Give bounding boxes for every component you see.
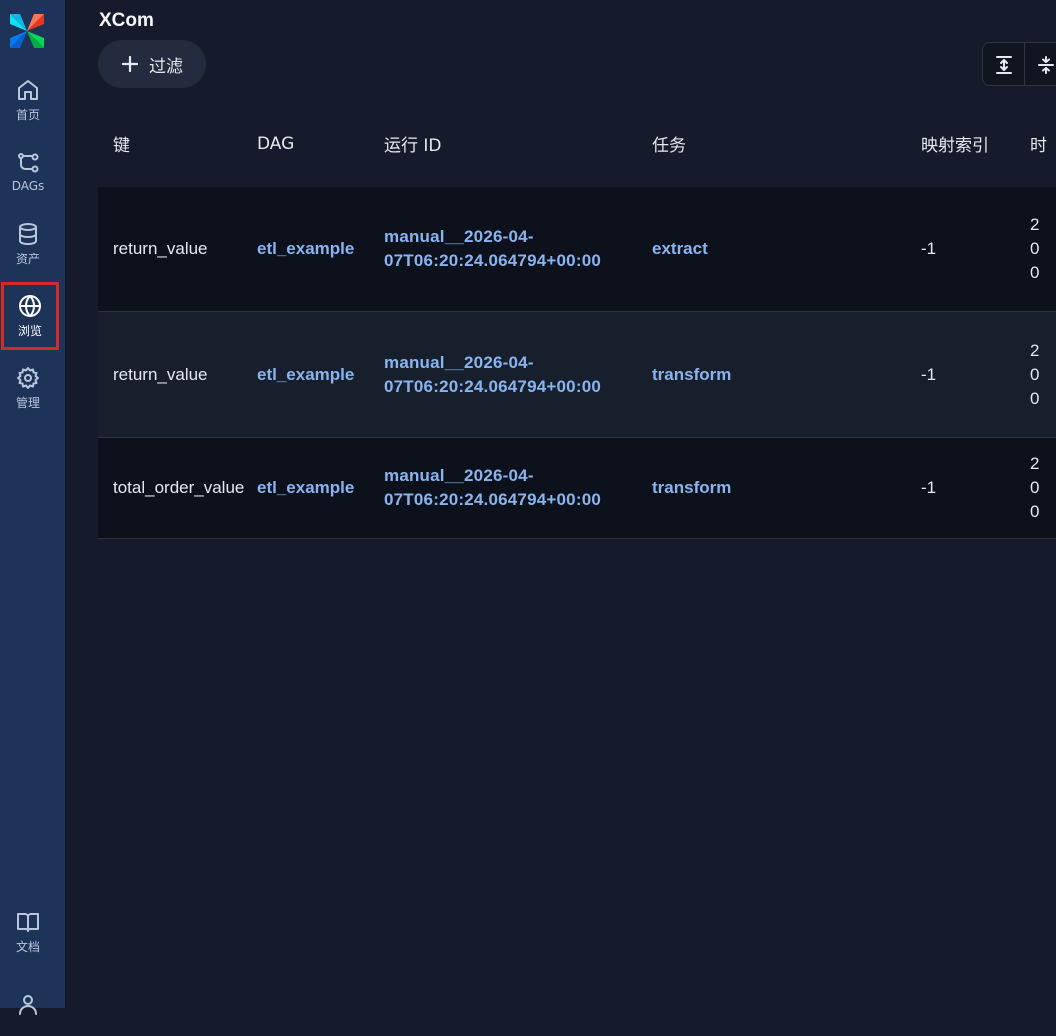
xcom-table: 键 DAG 运行 ID 任务 映射索引 时 return_value etl_e… bbox=[98, 100, 1056, 539]
header-dag[interactable]: DAG bbox=[257, 134, 384, 154]
cell-key: total_order_value bbox=[113, 478, 245, 497]
main-content: XCom 过滤 键 DAG 运行 ID 任务 映射索引 时 return_val… bbox=[65, 0, 1056, 1008]
cell-key: return_value bbox=[113, 239, 208, 258]
sidebar-item-label: 浏览 bbox=[17, 323, 42, 338]
expand-rows-button[interactable] bbox=[983, 43, 1025, 85]
collapse-vertical-icon bbox=[1037, 56, 1054, 74]
cell-task-link[interactable]: transform bbox=[652, 478, 921, 498]
dag-icon bbox=[18, 153, 39, 173]
user-icon bbox=[19, 995, 37, 1015]
expand-vertical-icon bbox=[995, 56, 1012, 74]
table-header: 键 DAG 运行 ID 任务 映射索引 时 bbox=[98, 100, 1056, 187]
header-map-index[interactable]: 映射索引 bbox=[921, 131, 1030, 156]
cell-key: return_value bbox=[113, 364, 208, 384]
cell-dag-link[interactable]: etl_example bbox=[257, 365, 384, 385]
home-icon bbox=[18, 79, 38, 100]
page-title: XCom bbox=[99, 10, 154, 31]
run-id-line-2: 07T06:20:24.064794+00:00 bbox=[384, 376, 602, 396]
cell-run-id-link[interactable]: manual__2026-04- 07T06:20:24.064794+00:0… bbox=[384, 225, 652, 273]
cell-timestamp: 200 bbox=[1030, 340, 1040, 408]
sidebar-item-label: 管理 bbox=[15, 395, 40, 410]
row-density-toggle bbox=[982, 42, 1056, 86]
run-id-line-1: manual__2026-04- bbox=[384, 227, 534, 246]
sidebar: 首页 DAGs 资产 浏览 管理 文档 bbox=[0, 0, 65, 1015]
run-id-line-2: 07T06:20:24.064794+00:00 bbox=[384, 490, 602, 509]
cell-timestamp: 200 bbox=[1030, 215, 1040, 282]
sidebar-item-label: DAGs bbox=[11, 179, 45, 193]
sidebar-item-dags[interactable]: DAGs bbox=[0, 140, 56, 204]
sidebar-item-assets[interactable]: 资产 bbox=[0, 212, 56, 276]
cell-run-id-link[interactable]: manual__2026-04- 07T06:20:24.064794+00:0… bbox=[384, 351, 652, 399]
add-filter-button[interactable]: 过滤 bbox=[98, 40, 206, 88]
table-row: total_order_value etl_example manual__20… bbox=[98, 438, 1056, 539]
plus-icon bbox=[121, 55, 139, 73]
cell-map-index: -1 bbox=[921, 478, 937, 497]
airflow-logo[interactable] bbox=[6, 10, 48, 52]
sidebar-item-label: 资产 bbox=[15, 251, 40, 266]
sidebar-item-label: 首页 bbox=[15, 107, 40, 122]
header-task[interactable]: 任务 bbox=[652, 131, 921, 156]
sidebar-item-user[interactable] bbox=[0, 972, 56, 1036]
sidebar-item-admin[interactable]: 管理 bbox=[0, 356, 56, 420]
cell-map-index: -1 bbox=[921, 364, 937, 384]
sidebar-item-label: 文档 bbox=[15, 939, 40, 954]
cell-run-id-link[interactable]: manual__2026-04- 07T06:20:24.064794+00:0… bbox=[384, 464, 652, 512]
run-id-line-1: manual__2026-04- bbox=[384, 466, 534, 485]
run-id-line-2: 07T06:20:24.064794+00:00 bbox=[384, 251, 602, 270]
sidebar-item-browse[interactable]: 浏览 bbox=[1, 282, 59, 350]
globe-icon bbox=[19, 294, 41, 317]
collapse-rows-button[interactable] bbox=[1025, 43, 1056, 85]
filter-button-label: 过滤 bbox=[149, 56, 183, 77]
cell-task-link[interactable]: extract bbox=[652, 239, 921, 259]
cell-map-index: -1 bbox=[921, 239, 937, 258]
sidebar-item-docs[interactable]: 文档 bbox=[0, 900, 56, 964]
run-id-line-1: manual__2026-04- bbox=[384, 352, 534, 372]
table-row: return_value etl_example manual__2026-04… bbox=[98, 312, 1056, 438]
cell-task-link[interactable]: transform bbox=[652, 365, 921, 385]
table-row: return_value etl_example manual__2026-04… bbox=[98, 187, 1056, 312]
cell-dag-link[interactable]: etl_example bbox=[257, 478, 384, 498]
cell-timestamp: 200 bbox=[1030, 454, 1040, 521]
header-run-id[interactable]: 运行 ID bbox=[384, 131, 652, 156]
header-timestamp[interactable]: 时 bbox=[1030, 131, 1056, 156]
gear-icon bbox=[17, 366, 39, 389]
database-icon bbox=[19, 222, 37, 245]
cell-dag-link[interactable]: etl_example bbox=[257, 239, 384, 259]
header-key[interactable]: 键 bbox=[98, 131, 257, 156]
sidebar-item-home[interactable]: 首页 bbox=[0, 68, 56, 132]
book-icon bbox=[17, 912, 39, 932]
